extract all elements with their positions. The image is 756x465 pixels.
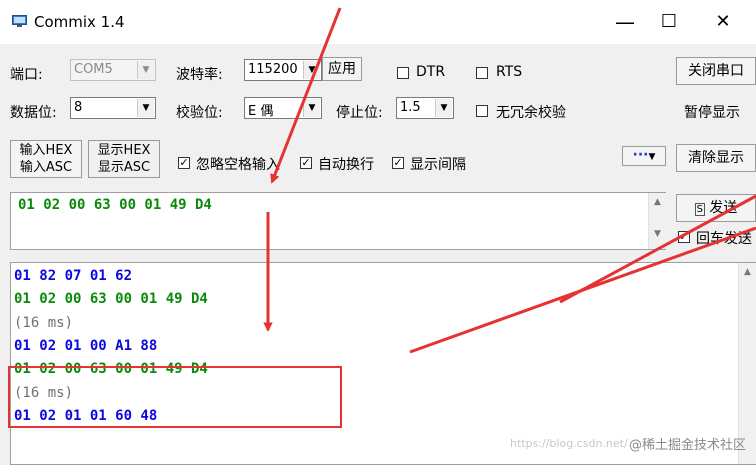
annotation-arrows xyxy=(263,7,756,354)
watermark-url: https://blog.csdn.net/ xyxy=(510,437,628,450)
watermark: @稀土掘金技术社区 xyxy=(628,438,746,453)
arrow-to-send-box xyxy=(270,7,342,184)
arrow-line-upper xyxy=(559,194,756,304)
arrow-line-lower xyxy=(409,226,756,354)
